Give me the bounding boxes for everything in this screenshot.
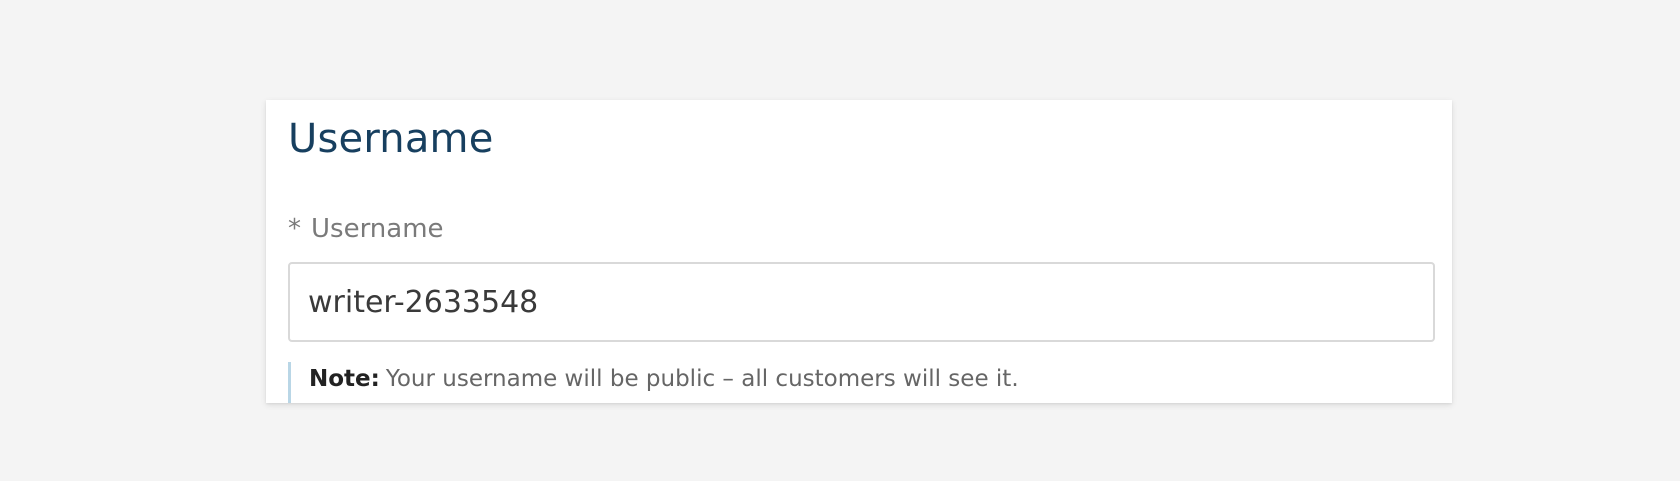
username-input[interactable] (290, 264, 1433, 340)
username-field-label: * Username (288, 214, 444, 244)
username-note: Note: Your username will be public – all … (288, 362, 1019, 403)
required-marker: * (288, 214, 301, 244)
username-input-wrapper (288, 262, 1435, 342)
note-label: Note: (309, 366, 380, 392)
note-text: Your username will be public – all custo… (385, 366, 1019, 392)
username-card: Username * Username Note:Your username wi… (266, 100, 1452, 403)
username-label-text: Username (311, 214, 444, 244)
section-title: Username (288, 116, 494, 162)
